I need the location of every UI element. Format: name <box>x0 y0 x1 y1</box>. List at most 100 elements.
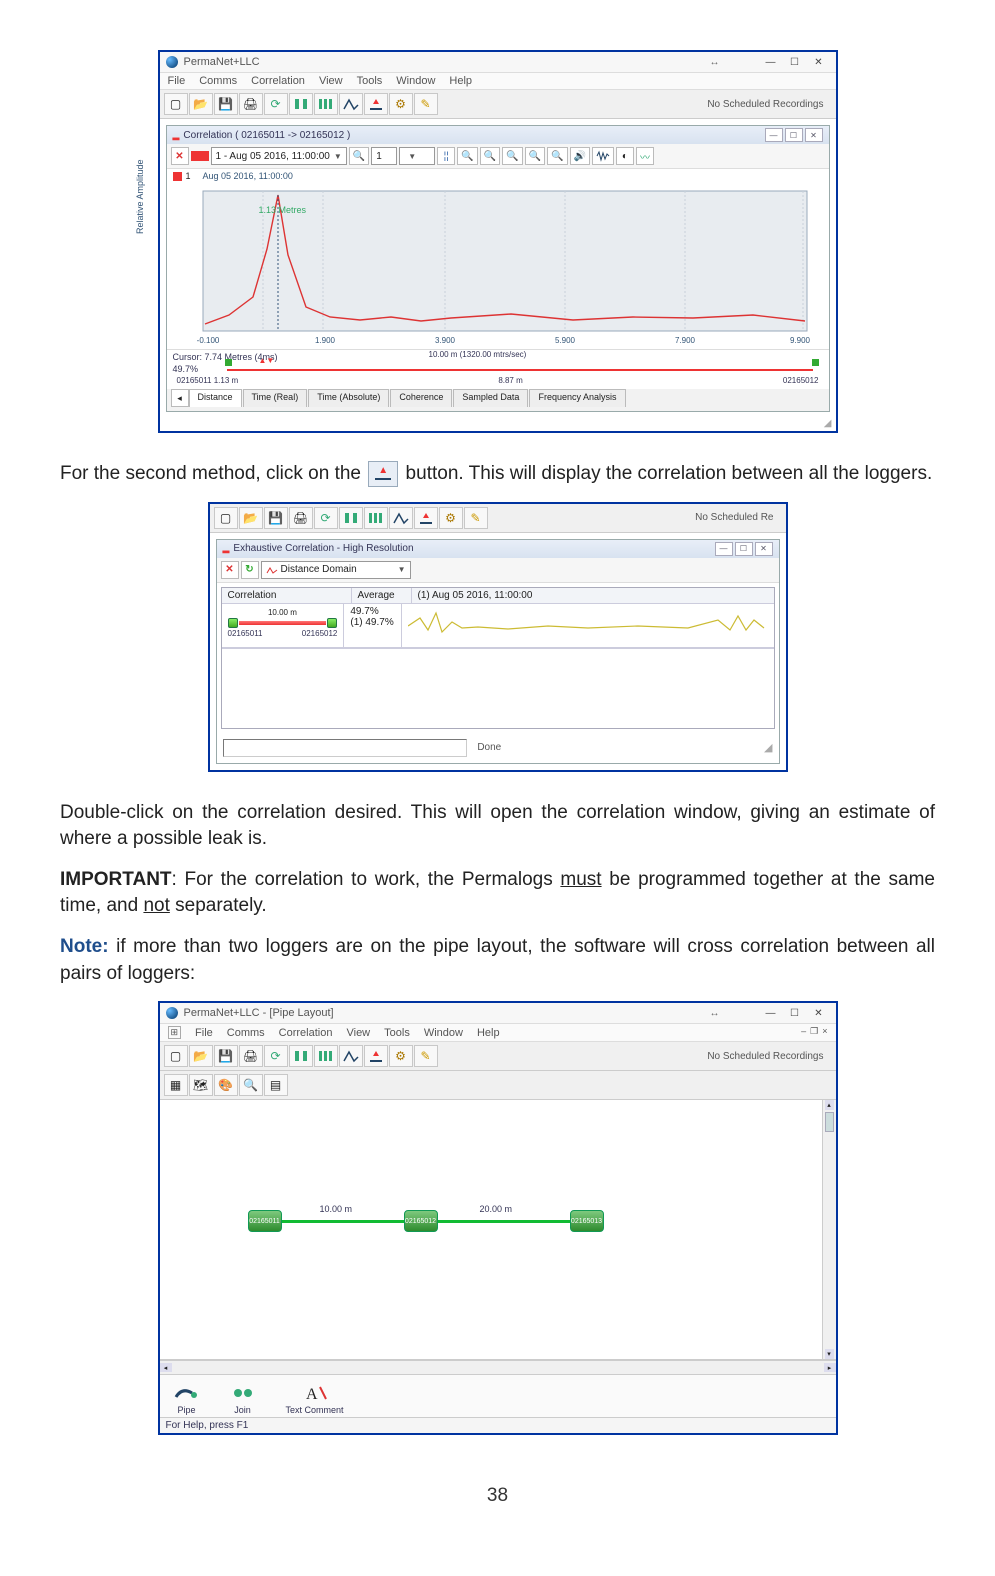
correlation-chart[interactable]: Relative Amplitude 1.13 Metres <box>167 183 829 349</box>
resize-grip-icon[interactable]: ◢ <box>764 741 772 754</box>
resize-grip-icon[interactable]: ◢ <box>160 418 836 431</box>
save-icon[interactable]: 💾 <box>264 507 288 529</box>
tab-coherence[interactable]: Coherence <box>390 389 452 407</box>
new-icon[interactable]: ▢ <box>214 507 238 529</box>
menu-correlation[interactable]: Correlation <box>279 1027 333 1039</box>
audio-icon[interactable]: 🔊 <box>570 147 590 165</box>
peak-graph-icon[interactable] <box>339 1045 363 1067</box>
waveform-icon[interactable] <box>592 147 614 165</box>
zoom-icon[interactable]: 🔍 <box>239 1074 263 1096</box>
zoom4-icon[interactable]: 🔍 <box>525 147 545 165</box>
left-marker-icon[interactable] <box>225 359 232 366</box>
pipe-segment-2[interactable] <box>420 1220 580 1223</box>
zoom-icon[interactable]: 🔍 <box>349 147 369 165</box>
exhaustive-icon[interactable] <box>364 93 388 115</box>
map-icon[interactable]: 🗺 <box>189 1074 213 1096</box>
domain-select[interactable]: Distance Domain ▼ <box>261 561 411 579</box>
scroll-left-icon[interactable]: ◂ <box>160 1363 172 1372</box>
tool-pipe[interactable]: Pipe <box>174 1383 200 1415</box>
print-icon[interactable]: 🖨 <box>239 93 263 115</box>
menu-view[interactable]: View <box>346 1027 370 1039</box>
vertical-scrollbar[interactable]: ▴ ▾ <box>822 1100 836 1359</box>
edit-icon[interactable]: ✎ <box>414 1045 438 1067</box>
menu-comms[interactable]: Comms <box>199 75 237 87</box>
print-icon[interactable]: 🖨 <box>239 1045 263 1067</box>
save-icon[interactable]: 💾 <box>214 93 238 115</box>
delete-icon[interactable]: ✕ <box>171 147 189 165</box>
pipe-layout-canvas[interactable]: 10.00 m 20.00 m 02165011 02165012 021650… <box>160 1100 836 1360</box>
right-marker-icon[interactable] <box>812 359 819 366</box>
tool-text-comment[interactable]: A Text Comment <box>286 1383 344 1415</box>
filter-select[interactable]: ▼ <box>399 147 435 165</box>
minimize-button[interactable]: — <box>760 1005 782 1021</box>
correlate-pair-icon[interactable] <box>289 1045 313 1067</box>
grid-icon[interactable]: ▦ <box>164 1074 188 1096</box>
open-icon[interactable]: 📂 <box>189 93 213 115</box>
series-legend-icon[interactable] <box>191 151 209 161</box>
tab-frequency[interactable]: Frequency Analysis <box>529 389 625 407</box>
new-icon[interactable]: ▢ <box>164 93 188 115</box>
correlation-row[interactable]: 10.00 m 02165011 02165012 49.7% <box>222 604 774 648</box>
close-button[interactable]: ✕ <box>808 1005 830 1021</box>
menu-tools[interactable]: Tools <box>357 75 383 87</box>
menu-help[interactable]: Help <box>477 1027 500 1039</box>
correlate-all-icon[interactable] <box>364 507 388 529</box>
peak-marker-icon[interactable]: ▲▼ <box>259 356 275 365</box>
exhaustive-icon[interactable] <box>414 507 438 529</box>
menu-window[interactable]: Window <box>396 75 435 87</box>
scroll-up-icon[interactable]: ▴ <box>825 1100 834 1110</box>
print-icon[interactable]: 🖨 <box>289 507 313 529</box>
gauge-icon[interactable]: ◐ <box>616 147 634 165</box>
mdi-close-icon[interactable]: × <box>822 1026 827 1039</box>
maximize-button[interactable]: ☐ <box>784 1005 806 1021</box>
close-button[interactable]: ✕ <box>808 54 830 70</box>
tab-time-real[interactable]: Time (Real) <box>243 389 308 407</box>
refresh-icon[interactable]: ⟳ <box>264 93 288 115</box>
color-icon[interactable]: 🎨 <box>214 1074 238 1096</box>
scroll-down-icon[interactable]: ▾ <box>825 1349 834 1359</box>
sub-maximize-button[interactable]: ☐ <box>735 542 753 556</box>
mdi-minimize-icon[interactable]: – <box>801 1026 806 1039</box>
tab-scroll-left-icon[interactable]: ◂ <box>171 389 189 407</box>
recording-select[interactable]: 1 - Aug 05 2016, 11:00:00▼ <box>211 147 347 165</box>
correlate-all-icon[interactable] <box>314 1045 338 1067</box>
logger-node-3[interactable]: 02165013 <box>570 1210 604 1232</box>
thumbnail-icon[interactable]: ▤ <box>264 1074 288 1096</box>
menu-comms[interactable]: Comms <box>227 1027 265 1039</box>
zoom5-icon[interactable]: 🔍 <box>547 147 567 165</box>
refresh-icon[interactable]: ⟳ <box>264 1045 288 1067</box>
tab-time-absolute[interactable]: Time (Absolute) <box>308 389 389 407</box>
sub-minimize-button[interactable]: — <box>715 542 733 556</box>
exhaustive-icon[interactable] <box>364 1045 388 1067</box>
edit-icon[interactable]: ✎ <box>464 507 488 529</box>
horizontal-scrollbar[interactable]: ◂ ▸ <box>160 1360 836 1374</box>
drag-handle-icon[interactable]: ↔ <box>710 1008 720 1019</box>
correlate-pair-icon[interactable] <box>339 507 363 529</box>
menu-correlation[interactable]: Correlation <box>251 75 305 87</box>
mdi-restore-icon[interactable]: ❐ <box>810 1026 818 1039</box>
tab-distance[interactable]: Distance <box>189 389 242 407</box>
tab-sampled-data[interactable]: Sampled Data <box>453 389 528 407</box>
open-icon[interactable]: 📂 <box>239 507 263 529</box>
correlate-pair-icon[interactable] <box>289 93 313 115</box>
minimize-button[interactable]: — <box>760 54 782 70</box>
zoom2-icon[interactable]: 🔍 <box>480 147 500 165</box>
menu-file[interactable]: File <box>195 1027 213 1039</box>
open-icon[interactable]: 📂 <box>189 1045 213 1067</box>
menu-file[interactable]: File <box>168 75 186 87</box>
zoom3-icon[interactable]: 🔍 <box>502 147 522 165</box>
menu-tools[interactable]: Tools <box>384 1027 410 1039</box>
zoom1-icon[interactable]: 🔍 <box>457 147 477 165</box>
edit-icon[interactable]: ✎ <box>414 93 438 115</box>
save-icon[interactable]: 💾 <box>214 1045 238 1067</box>
pipe-segment-1[interactable] <box>270 1220 410 1223</box>
scroll-thumb-v[interactable] <box>825 1112 834 1132</box>
logger-node-1[interactable]: 02165011 <box>248 1210 282 1232</box>
new-icon[interactable]: ▢ <box>164 1045 188 1067</box>
refresh-icon[interactable]: ⟳ <box>314 507 338 529</box>
filter-icon[interactable]: ¦¦ <box>437 147 455 165</box>
refresh-item-icon[interactable]: ↻ <box>241 561 259 579</box>
peak-graph-icon[interactable] <box>389 507 413 529</box>
menu-view[interactable]: View <box>319 75 343 87</box>
tool-join[interactable]: Join <box>230 1383 256 1415</box>
